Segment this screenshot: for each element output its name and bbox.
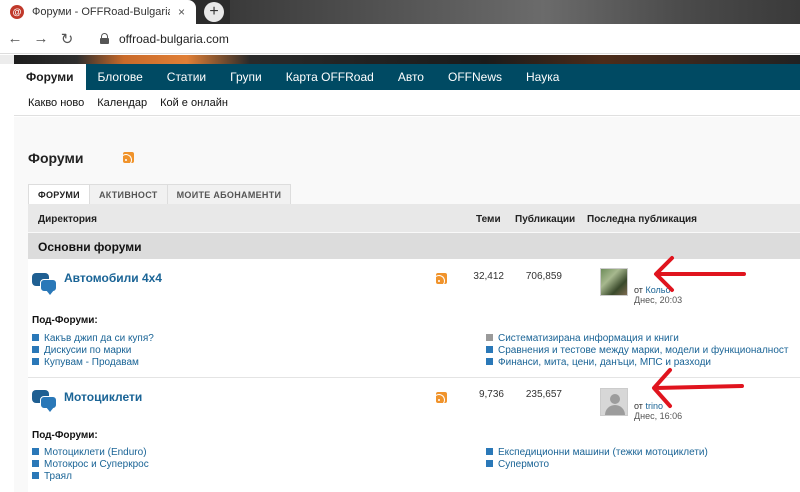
site-banner	[0, 55, 800, 64]
forum-posts-count: 706,859	[525, 271, 562, 282]
subforums-label: Под-Форуми:	[32, 315, 98, 326]
subforum-icon	[32, 358, 39, 365]
last-post-date: Днес, 16:06	[634, 411, 683, 421]
sub-navigation: Какво ново Календар Кой е онлайн	[14, 90, 800, 116]
forum-bubbles-icon	[32, 273, 58, 295]
browser-tab-strip: @ Форуми - OFFRoad-Bulgaria.com × +	[0, 0, 800, 24]
subforum-link[interactable]: Траял	[32, 471, 72, 482]
subforum-icon	[486, 334, 493, 341]
last-post-date: Днес, 20:03	[634, 295, 683, 305]
subforum-icon	[486, 460, 493, 467]
subforum-link[interactable]: Дискусии по марки	[32, 345, 131, 356]
column-directory: Директория	[38, 214, 97, 225]
nav-item-groups[interactable]: Групи	[218, 64, 274, 90]
subforum-icon	[32, 448, 39, 455]
subforum-link[interactable]: Систематизирана информация и книги	[486, 333, 679, 344]
subforum-link[interactable]: Експедиционни машини (тежки мотоциклети)	[486, 447, 708, 458]
tab-strip-background	[230, 0, 800, 24]
annotation-arrow-icon	[652, 368, 744, 408]
tab-my-subscriptions[interactable]: МОИТЕ АБОНАМЕНТИ	[166, 184, 292, 204]
subforum-link[interactable]: Какъв джип да си купя?	[32, 333, 154, 344]
browser-tab[interactable]: @ Форуми - OFFRoad-Bulgaria.com ×	[0, 0, 196, 24]
default-avatar-icon[interactable]	[600, 388, 628, 416]
forum-title[interactable]: Автомобили 4x4	[64, 271, 162, 285]
nav-item-offnews[interactable]: OFFNews	[436, 64, 514, 90]
forum-column-header: Директория Теми Публикации Последна публ…	[28, 204, 800, 232]
forward-arrow-icon[interactable]: →	[28, 30, 54, 47]
banner-image	[14, 55, 800, 64]
lock-icon[interactable]	[100, 33, 109, 44]
forum-tabs: ФОРУМИ АКТИВНОСТ МОИТЕ АБОНАМЕНТИ	[28, 184, 800, 204]
forum-posts-count: 235,657	[525, 389, 562, 400]
page-title: Форуми	[28, 150, 84, 166]
column-posts: Публикации	[515, 214, 576, 225]
browser-toolbar: ← → ↻ offroad-bulgaria.com	[0, 24, 800, 54]
section-title: Основни форуми	[38, 240, 142, 254]
tab-forums[interactable]: ФОРУМИ	[28, 184, 90, 204]
subforum-link[interactable]: Купувам - Продавам	[32, 357, 139, 368]
forum-content: Форуми ФОРУМИ АКТИВНОСТ МОИТЕ АБОНАМЕНТИ…	[14, 117, 800, 492]
subnav-who-is-online[interactable]: Кой е онлайн	[160, 97, 228, 109]
column-topics: Теми	[476, 214, 501, 225]
subnav-whats-new[interactable]: Какво ново	[28, 97, 84, 109]
forum-topics-count: 32,412	[473, 271, 504, 282]
forum-rss-icon[interactable]	[436, 273, 447, 284]
address-bar[interactable]: offroad-bulgaria.com	[119, 32, 229, 46]
subforum-link[interactable]: Мотокрос и Суперкрос	[32, 459, 149, 470]
subforum-icon	[486, 448, 493, 455]
tab-activity[interactable]: АКТИВНОСТ	[88, 184, 168, 204]
new-tab-button[interactable]: +	[204, 2, 224, 22]
subforum-icon	[32, 334, 39, 341]
site-favicon-icon: @	[10, 5, 24, 19]
back-arrow-icon[interactable]: ←	[2, 30, 28, 47]
nav-item-articles[interactable]: Статии	[155, 64, 218, 90]
subforum-icon	[486, 346, 493, 353]
tab-close-icon[interactable]: ×	[178, 5, 185, 19]
nav-item-auto[interactable]: Авто	[386, 64, 436, 90]
subforum-icon	[486, 358, 493, 365]
subforum-link[interactable]: Сравнения и тестове между марки, модели …	[486, 345, 788, 356]
subforum-icon	[32, 346, 39, 353]
main-navigation: Форуми Блогове Статии Групи Карта OFFRoa…	[14, 64, 800, 90]
subforum-link[interactable]: Мотоциклети (Enduro)	[32, 447, 147, 458]
column-last-post: Последна публикация	[587, 214, 697, 225]
rss-feed-icon[interactable]	[123, 152, 134, 163]
subforum-icon	[32, 472, 39, 479]
subforums-label: Под-Форуми:	[32, 430, 98, 441]
reload-icon[interactable]: ↻	[54, 30, 80, 48]
forum-bubbles-icon	[32, 390, 58, 412]
subforum-link[interactable]: Супермото	[486, 459, 549, 470]
tab-title: Форуми - OFFRoad-Bulgaria.com	[32, 6, 170, 18]
forum-rss-icon[interactable]	[436, 392, 447, 403]
subnav-calendar[interactable]: Календар	[97, 97, 147, 109]
nav-item-blogs[interactable]: Блогове	[86, 64, 155, 90]
nav-item-science[interactable]: Наука	[514, 64, 571, 90]
user-avatar[interactable]	[600, 268, 628, 296]
nav-item-forums[interactable]: Форуми	[14, 64, 86, 90]
subforum-icon	[32, 460, 39, 467]
annotation-arrow-icon	[654, 256, 746, 292]
forum-topics-count: 9,736	[478, 389, 504, 400]
nav-item-offroad-map[interactable]: Карта OFFRoad	[274, 64, 386, 90]
forum-title[interactable]: Мотоциклети	[64, 390, 142, 404]
